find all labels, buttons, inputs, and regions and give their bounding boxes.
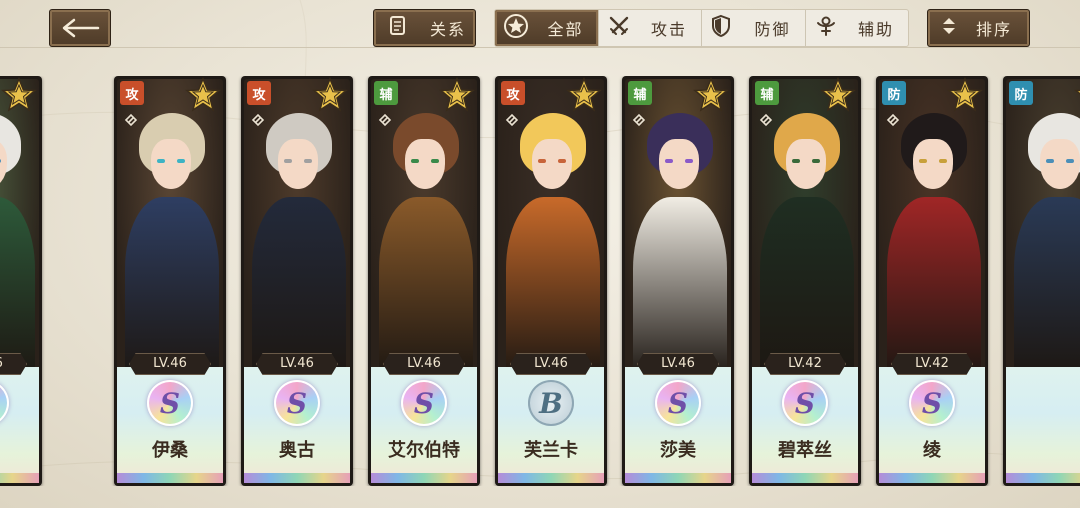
character-portrait [0,79,39,367]
relations-label: 关系 [430,20,467,39]
level-label: LV.46 [129,353,211,375]
character-card[interactable]: LV.46 S 顿 [0,76,42,486]
filter-tab-support[interactable]: 辅助 [806,10,909,46]
rank-badge: S [909,380,955,426]
character-portrait [1006,79,1080,367]
star-icon [439,77,475,112]
back-arrow-icon [62,18,100,38]
sort-label: 排序 [976,20,1013,39]
role-badge: 防 [882,81,906,105]
role-badge: 攻 [501,81,525,105]
filter-label: 攻击 [650,20,687,39]
character-card-list: LV.46 S 顿 攻 LV.46 S 伊桑 [0,76,1080,486]
star-icon [185,77,221,112]
star-icon [1,77,37,112]
role-badge: 攻 [120,81,144,105]
rank-badge: S [274,380,320,426]
character-name: 伊桑 [152,440,188,461]
role-badge: 辅 [628,81,652,105]
character-card[interactable]: 辅 LV.42 S 碧萃丝 [749,76,861,486]
level-label: LV.46 [510,353,592,375]
scroll-icon [388,15,408,41]
rank-badge: S [655,380,701,426]
star-badge-icon [503,13,529,43]
link-icon [632,113,646,127]
character-card[interactable]: 攻 LV.46 S 伊桑 [114,76,226,486]
role-badge: 攻 [247,81,271,105]
star-icon [693,77,729,112]
filter-tab-defense[interactable]: 防御 [702,10,806,46]
card-info-panel [1006,367,1080,483]
level-label: LV.46 [383,353,465,375]
level-label: LV.46 [637,353,719,375]
character-name: 顿 [0,436,42,462]
character-card[interactable]: 辅 LV.46 S 莎美 [622,76,734,486]
crossed-swords-icon [607,14,631,42]
link-icon [378,113,392,127]
star-icon [566,77,602,112]
header-divider [0,47,1080,48]
character-name: 碧萃丝 [778,440,832,461]
back-button[interactable] [49,9,111,47]
level-label: LV.46 [256,353,338,375]
level-label: LV.42 [764,353,846,375]
link-icon [505,113,519,127]
card-info-panel [0,367,39,483]
relations-button[interactable]: 关系 [373,9,476,47]
role-badge: 防 [1009,81,1033,105]
filter-label: 全部 [547,20,584,39]
filter-label: 防御 [754,20,791,39]
rank-badge: S [782,380,828,426]
rank-badge: S [147,380,193,426]
sort-arrows-icon [940,15,958,41]
character-name: 莎美 [660,440,696,461]
shield-icon [710,14,732,42]
character-name: 奥古 [279,440,315,461]
rank-badge: B [528,380,574,426]
role-badge: 辅 [374,81,398,105]
star-icon [947,77,983,112]
role-filter-bar: 全部 攻击 防御 辅助 [494,9,909,47]
character-card[interactable]: 防 [1003,76,1080,486]
filter-tab-all[interactable]: 全部 [495,10,599,46]
sort-button[interactable]: 排序 [927,9,1030,47]
link-icon [759,113,773,127]
character-card[interactable]: 攻 LV.46 B 芙兰卡 [495,76,607,486]
filter-tab-attack[interactable]: 攻击 [599,10,702,46]
filter-label: 辅助 [857,20,894,39]
level-label: LV.42 [891,353,973,375]
link-icon [886,113,900,127]
character-name: 芙兰卡 [524,440,578,461]
support-icon [814,14,838,42]
star-icon [1074,89,1080,95]
character-card[interactable]: 防 LV.42 S 绫 [876,76,988,486]
character-card[interactable]: 攻 LV.46 S 奥古 [241,76,353,486]
rank-badge: S [401,380,447,426]
character-name: 艾尔伯特 [388,440,460,461]
link-icon [124,113,138,127]
link-icon [251,113,265,127]
character-name: 绫 [923,440,941,461]
star-icon [820,77,856,112]
role-badge: 辅 [755,81,779,105]
star-icon [312,77,348,112]
character-card[interactable]: 辅 LV.46 S 艾尔伯特 [368,76,480,486]
